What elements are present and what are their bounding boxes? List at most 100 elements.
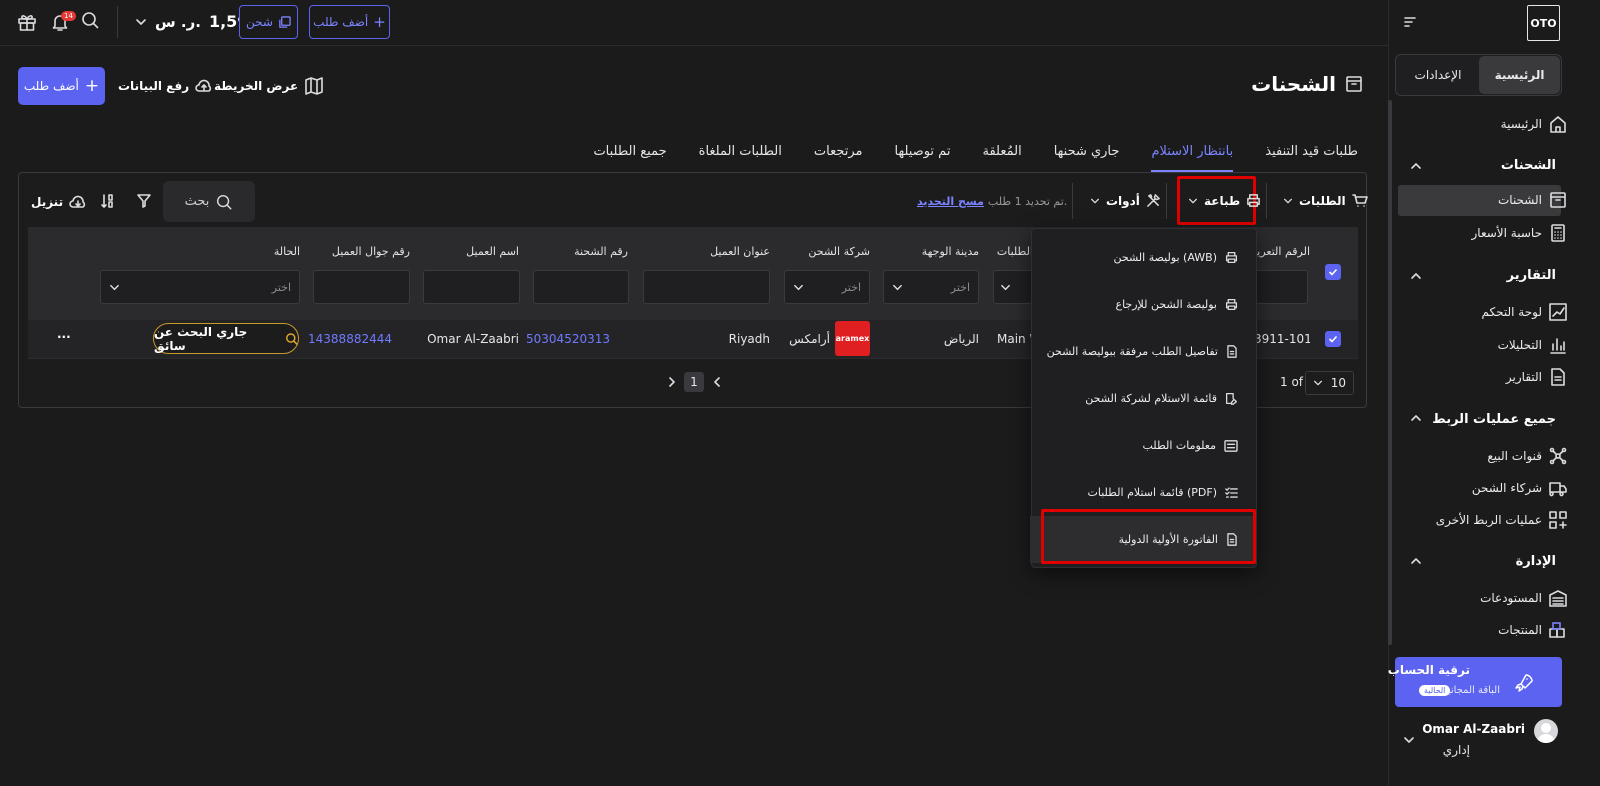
- sidebar-item-label: المستودعات: [1480, 591, 1542, 605]
- filter-carrier[interactable]: اختر: [784, 270, 870, 304]
- tab-home[interactable]: الرئيسية: [1479, 56, 1560, 94]
- map-view-button[interactable]: عرض الخريطة: [214, 77, 324, 95]
- ship-button[interactable]: شحن: [239, 5, 298, 39]
- rocket-icon: [1514, 673, 1534, 693]
- filter-city[interactable]: اختر: [883, 270, 979, 304]
- chevron-down-icon: [1284, 198, 1292, 204]
- chevron-down-icon[interactable]: [1403, 734, 1415, 746]
- row-more-button[interactable]: ···: [57, 330, 71, 344]
- sidebar-item-other-integrations[interactable]: عمليات الربط الأخرى: [1436, 510, 1568, 530]
- menu-item-return-awb[interactable]: بوليصة الشحن للإرجاع: [1030, 281, 1256, 328]
- section-admin[interactable]: الإدارة: [1516, 554, 1556, 569]
- print-dropdown[interactable]: طباعة: [1188, 193, 1261, 208]
- sidebar-item-products[interactable]: المنتجات: [1498, 620, 1568, 640]
- status-tabs: طلبات قيد التنفيذ بانتظار الاستلام جاري …: [593, 130, 1358, 172]
- sidebar-item-label: لوحة التحكم: [1481, 305, 1543, 319]
- scrollbar[interactable]: [1388, 100, 1392, 645]
- sidebar-item-label: التقارير: [1505, 370, 1542, 384]
- filter-ref[interactable]: [1254, 270, 1308, 304]
- chevron-up-icon[interactable]: [1410, 270, 1422, 282]
- printer-icon: [1225, 298, 1238, 311]
- avatar[interactable]: [1534, 719, 1558, 743]
- oto-logo[interactable]: OTO: [1527, 5, 1560, 41]
- cell-ref[interactable]: 3911-1017-: [1254, 332, 1310, 346]
- sidebar-item-warehouses[interactable]: المستودعات: [1480, 588, 1568, 608]
- page-size-select[interactable]: 10: [1305, 371, 1354, 395]
- sidebar-item-calculator[interactable]: حاسبة الأسعار: [1472, 223, 1568, 243]
- menu-item-order-info[interactable]: معلومات الطلب: [1030, 422, 1256, 469]
- filter-icon[interactable]: [136, 193, 152, 209]
- page-title-text: الشحنات: [1251, 72, 1336, 96]
- next-page-icon[interactable]: [712, 376, 722, 388]
- col-header-shipment: رقم الشحنة: [574, 245, 628, 258]
- filter-status[interactable]: اختر: [100, 270, 300, 304]
- sidebar-item-label: شركاء الشحن: [1471, 481, 1542, 495]
- section-shipments[interactable]: الشحنات: [1501, 158, 1556, 173]
- cell-shipment[interactable]: 50304520313: [526, 332, 610, 346]
- sidebar-item-analytics[interactable]: التحليلات: [1498, 335, 1568, 355]
- orders-dropdown-label: الطلبات: [1299, 194, 1346, 208]
- section-integrations[interactable]: جميع عمليات الربط: [1432, 412, 1556, 427]
- tab-all-orders[interactable]: جميع الطلبات: [593, 130, 666, 172]
- tab-returns[interactable]: مرتجعات: [814, 130, 863, 172]
- tools-icon: [1147, 194, 1160, 207]
- menu-item-awb[interactable]: بوليصة الشحن (AWB): [1030, 234, 1256, 281]
- collapse-sidebar-icon[interactable]: [1403, 15, 1417, 29]
- current-plan-badge: الحالية: [1419, 685, 1451, 696]
- tab-in-progress[interactable]: طلبات قيد التنفيذ: [1265, 130, 1358, 172]
- filter-address[interactable]: [643, 270, 770, 304]
- clear-selection-link[interactable]: مسح التحديد: [917, 195, 984, 208]
- sidebar-item-reports[interactable]: التقارير: [1506, 367, 1568, 387]
- cell-city: الرياض: [943, 332, 979, 346]
- signature-icon: [1225, 392, 1238, 405]
- sidebar-item-home[interactable]: الرئيسية: [1501, 114, 1568, 134]
- filter-shipment[interactable]: [533, 270, 629, 304]
- sidebar-item-shipments[interactable]: الشحنات: [1498, 190, 1568, 210]
- chevron-up-icon[interactable]: [1410, 160, 1422, 172]
- cell-orders: Main W...: [997, 332, 1033, 346]
- add-order-button[interactable]: أضف طلب +: [18, 67, 105, 105]
- tab-delivered[interactable]: تم توصيلها: [895, 130, 951, 172]
- menu-item-order-details-awb[interactable]: تفاصيل الطلب مرفقة ببوليصة الشحن: [1030, 328, 1256, 375]
- search-icon[interactable]: [80, 10, 100, 30]
- sidebar-item-dashboard[interactable]: لوحة التحكم: [1482, 302, 1569, 322]
- row-checkbox[interactable]: [1325, 331, 1341, 347]
- tab-on-hold[interactable]: المُعلقة: [982, 130, 1021, 172]
- cell-address: Riyadh: [728, 332, 770, 346]
- search-box[interactable]: بحث: [163, 181, 255, 222]
- gift-icon[interactable]: [17, 12, 37, 32]
- tab-shipping[interactable]: جاري شحنها: [1054, 130, 1120, 172]
- section-reports[interactable]: التقارير: [1507, 268, 1556, 283]
- tab-cancelled[interactable]: الطلبات الملغاة: [699, 130, 782, 172]
- add-order-label: أضف طلب: [23, 79, 79, 93]
- filter-phone[interactable]: [313, 270, 410, 304]
- filter-orders[interactable]: [993, 270, 1033, 304]
- tab-awaiting-pickup[interactable]: بانتظار الاستلام: [1151, 130, 1233, 172]
- menu-highlight-frame: [1041, 509, 1256, 564]
- download-button[interactable]: تنزيل: [31, 194, 87, 210]
- orders-dropdown[interactable]: الطلبات: [1283, 193, 1368, 209]
- col-header-city: مدينة الوجهة: [921, 245, 979, 258]
- select-all-checkbox[interactable]: [1325, 264, 1341, 280]
- upload-data-button[interactable]: رفع البيانات: [118, 78, 213, 94]
- sidebar-item-label: التحليلات: [1497, 338, 1542, 352]
- chevron-down-icon: [1091, 198, 1099, 203]
- menu-item-label: تفاصيل الطلب مرفقة ببوليصة الشحن: [1046, 345, 1218, 358]
- tools-dropdown[interactable]: أدوات: [1090, 193, 1161, 208]
- chevron-down-icon: [1189, 198, 1197, 203]
- chevron-up-icon[interactable]: [1410, 555, 1422, 567]
- tab-settings[interactable]: الإعدادات: [1398, 56, 1478, 94]
- status-badge[interactable]: جاري البحث عن سائق: [153, 323, 299, 354]
- sort-icon[interactable]: [100, 193, 114, 209]
- menu-item-carrier-pickup-list[interactable]: قائمة الاستلام لشركة الشحن: [1030, 375, 1256, 422]
- upload-data-label: رفع البيانات: [118, 79, 190, 93]
- sidebar-item-carriers[interactable]: شركاء الشحن: [1472, 478, 1568, 498]
- top-add-order-label: أضف طلب: [313, 15, 369, 29]
- chevron-up-icon[interactable]: [1410, 412, 1422, 424]
- sidebar-item-sales-channels[interactable]: قنوات البيع: [1487, 446, 1568, 466]
- cell-phone[interactable]: 14388882444: [308, 332, 392, 346]
- filter-customer[interactable]: [423, 270, 520, 304]
- page-current[interactable]: 1: [684, 372, 704, 392]
- prev-page-icon[interactable]: [667, 376, 677, 388]
- top-add-order-button[interactable]: أضف طلب +: [309, 5, 390, 39]
